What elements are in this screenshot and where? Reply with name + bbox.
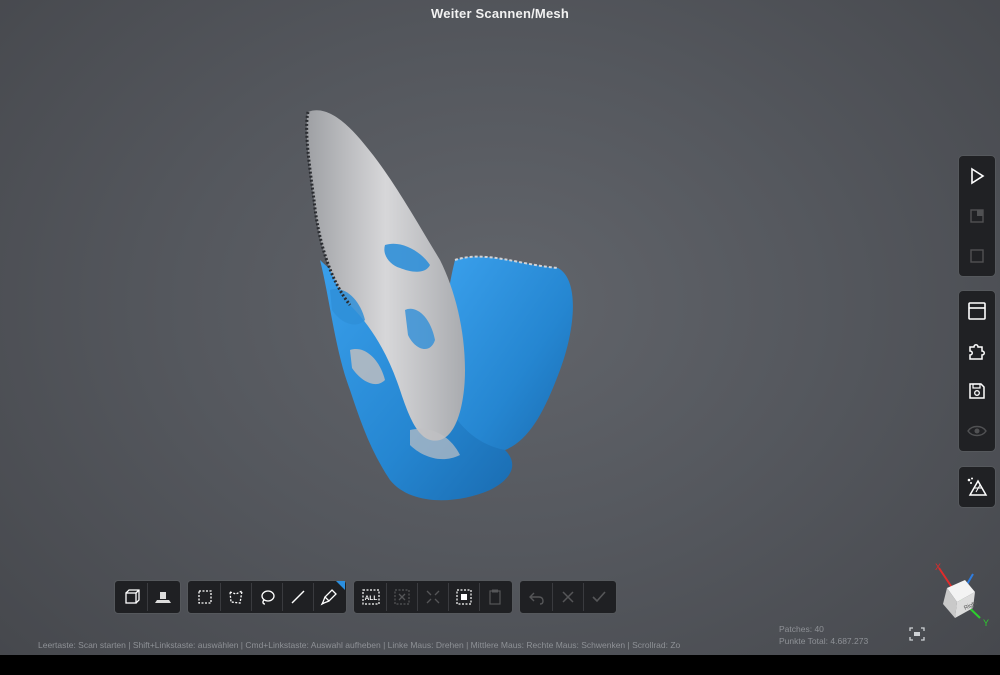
right-toolbar-mesh	[958, 466, 996, 508]
plane-cut-button[interactable]	[148, 583, 178, 611]
mesh-button[interactable]	[959, 467, 995, 507]
square-icon	[970, 249, 984, 263]
x-axis-label: X	[935, 562, 941, 572]
action-tools-group	[519, 580, 617, 614]
invert-selection-icon	[426, 590, 440, 604]
confirm-button[interactable]	[584, 583, 614, 611]
plane-cut-icon	[155, 592, 171, 603]
invert-selection-button[interactable]	[418, 583, 449, 611]
window-small-icon	[970, 209, 984, 223]
undo-button[interactable]	[522, 583, 553, 611]
line-select-button[interactable]	[283, 583, 314, 611]
fit-view-button[interactable]	[908, 626, 926, 647]
brush-select-icon	[320, 589, 337, 606]
cancel-icon	[562, 591, 574, 603]
save-icon	[969, 383, 985, 399]
scan-mesh-model[interactable]	[290, 100, 590, 510]
edit-tools-group: ALL	[353, 580, 513, 614]
select-connected-icon	[456, 589, 472, 605]
delete-selection-icon	[394, 589, 410, 605]
project-window-button[interactable]	[959, 291, 995, 331]
mesh-triangle-icon	[967, 477, 988, 496]
rect-select-button[interactable]	[190, 583, 221, 611]
polygon-select-button[interactable]	[221, 583, 252, 611]
confirm-icon	[592, 591, 606, 603]
points-total: Punkte Total: 4.687.273	[779, 635, 868, 647]
fit-view-icon	[909, 627, 925, 641]
patches-count: Patches: 40	[779, 623, 868, 635]
select-all-label: ALL	[365, 595, 378, 602]
axis-gizmo[interactable]: Right X Y	[925, 560, 995, 630]
patches-value: 40	[814, 624, 824, 634]
view-tools-group	[114, 580, 181, 614]
y-axis-label: Y	[983, 618, 989, 628]
brush-select-button[interactable]	[314, 581, 345, 611]
select-all-button[interactable]: ALL	[356, 583, 387, 611]
points-label: Punkte Total:	[779, 636, 828, 646]
save-button[interactable]	[959, 371, 995, 411]
right-toolbar-project	[958, 290, 996, 452]
window-small-button[interactable]	[959, 196, 995, 236]
lasso-select-icon	[261, 590, 275, 605]
cube-view-icon	[125, 589, 140, 604]
plugin-button[interactable]	[959, 331, 995, 371]
lasso-select-button[interactable]	[252, 583, 283, 611]
stop-button[interactable]	[959, 236, 995, 276]
bottom-toolbar: ALL	[114, 580, 623, 614]
select-connected-button[interactable]	[449, 583, 480, 611]
bottom-black-strip	[0, 655, 1000, 675]
shortcut-hint-bar: Leertaste: Scan starten | Shift+Linkstas…	[38, 640, 681, 650]
patches-label: Patches:	[779, 624, 813, 634]
clipboard-button[interactable]	[480, 583, 510, 611]
eye-icon	[967, 425, 987, 437]
window-icon	[968, 302, 986, 320]
play-icon	[971, 167, 985, 185]
select-all-icon: ALL	[362, 589, 380, 605]
delete-selection-button[interactable]	[387, 583, 418, 611]
right-toolbar-workflow	[958, 155, 996, 277]
polygon-select-icon	[229, 589, 243, 604]
start-scan-button[interactable]	[959, 156, 995, 196]
line-select-icon	[291, 590, 305, 604]
3d-viewport[interactable]	[0, 0, 1000, 655]
clipboard-icon	[489, 589, 501, 605]
puzzle-icon	[969, 344, 985, 360]
selection-tools-group	[187, 580, 347, 614]
undo-icon	[529, 592, 544, 605]
points-value: 4.687.273	[830, 636, 869, 646]
rect-select-icon	[198, 590, 212, 604]
cancel-button[interactable]	[553, 583, 584, 611]
scan-statistics: Patches: 40 Punkte Total: 4.687.273	[779, 623, 868, 647]
visibility-button[interactable]	[959, 411, 995, 451]
cube-view-button[interactable]	[117, 583, 148, 611]
